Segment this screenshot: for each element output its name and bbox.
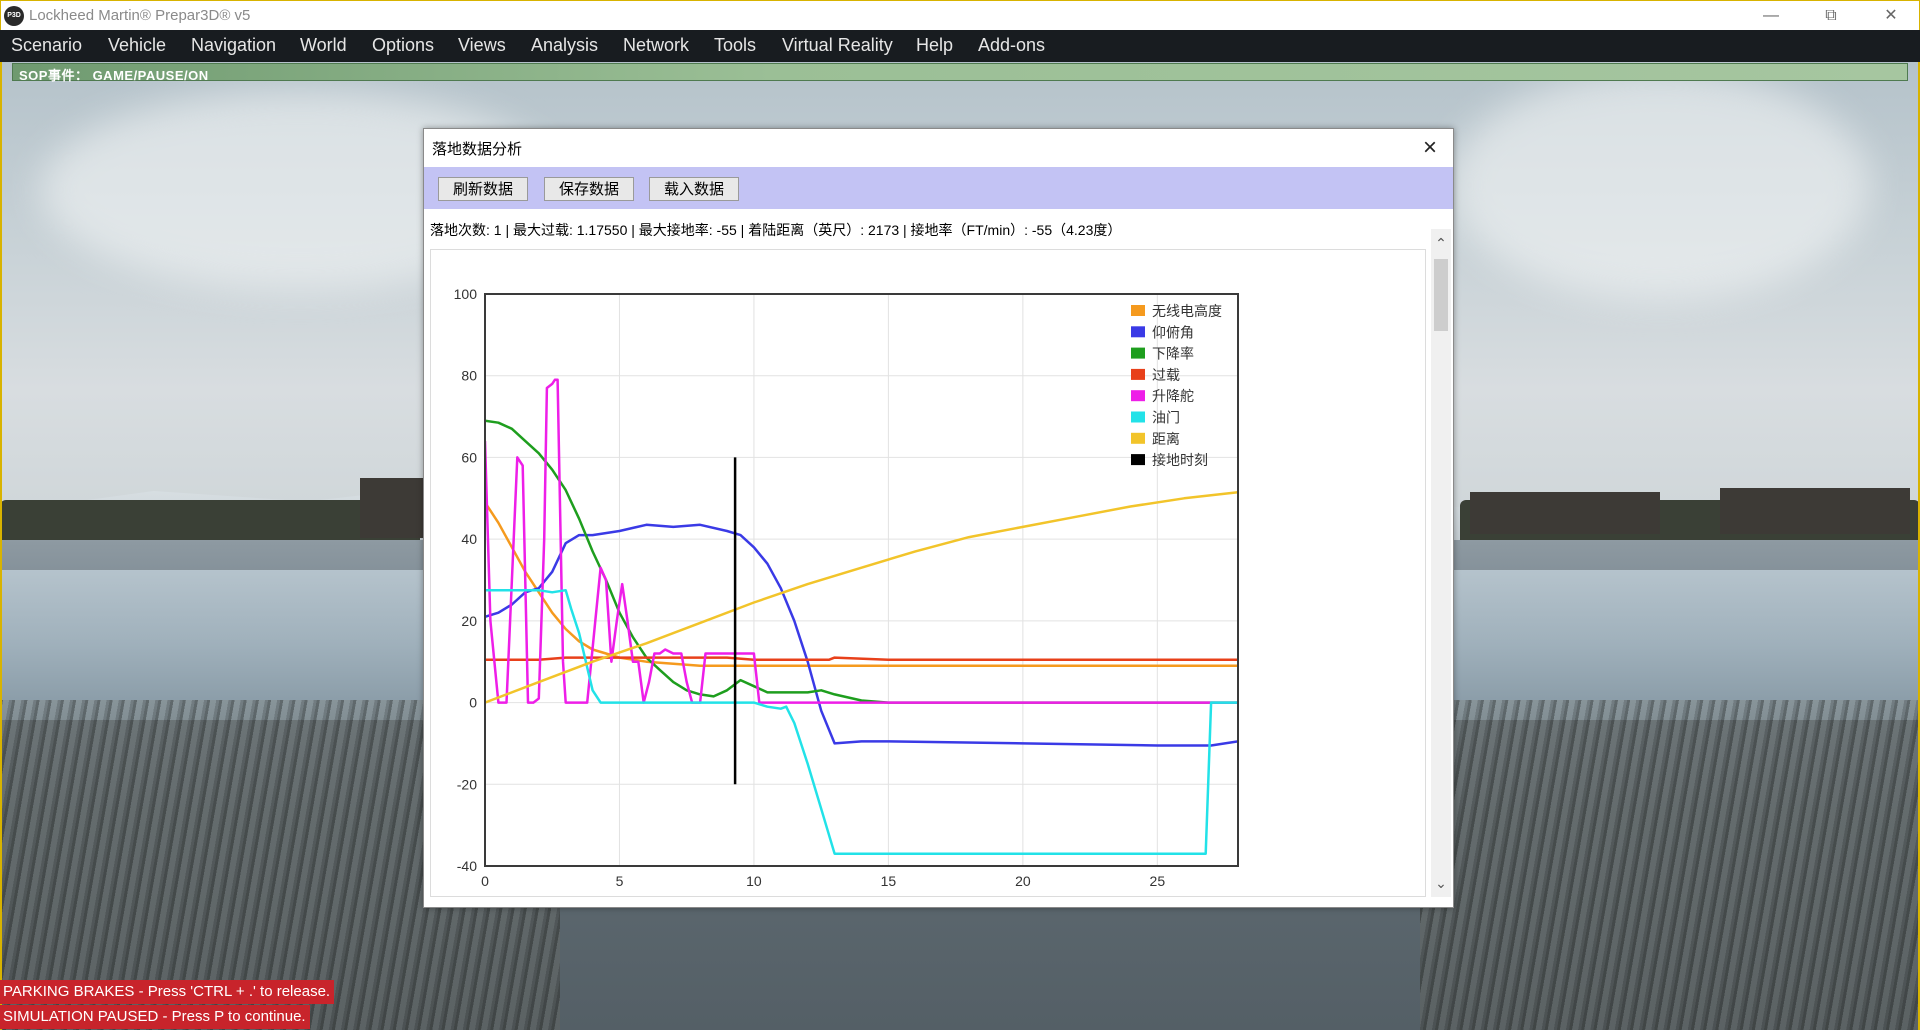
legend-label: 距离 [1152,431,1180,448]
reeds [1420,700,1920,1030]
refresh-data-button[interactable]: 刷新数据 [438,177,529,201]
chart-panel: 0 5 10 15 20 25 100 80 60 40 20 0 -20 -40 无线电高度仰俯角下降率过… [430,249,1426,897]
close-icon: ✕ [1884,7,1898,24]
window-title: Lockheed Martin® Prepar3D® v5 [29,7,251,24]
hangar [360,478,424,538]
legend-swatch [1131,305,1145,316]
sop-event-text: SOP事件： GAME/PAUSE/ON [19,68,209,83]
y-tick-label: 100 [454,286,478,302]
scroll-down-icon[interactable]: ⌄ [1431,873,1451,893]
hangar [1720,488,1910,534]
menu-navigation[interactable]: Navigation [191,35,276,56]
y-tick-label: 20 [461,613,477,629]
legend-swatch [1131,326,1145,338]
menu-world[interactable]: World [300,35,347,56]
landing-summary: 落地次数: 1 | 最大过载: 1.17550 | 最大接地率: -55 | 着… [430,222,1122,238]
x-tick-label: 15 [881,873,897,889]
legend-label: 油门 [1152,411,1180,427]
menu-add-ons[interactable]: Add-ons [978,35,1045,56]
sim-paused-message: SIMULATION PAUSED - Press P to continue. [0,1005,310,1029]
dialog-title: 落地数据分析 [432,141,523,158]
scroll-up-icon[interactable]: ⌃ [1431,233,1451,253]
legend-label: 无线电高度 [1152,303,1222,320]
y-tick-label: -20 [457,776,477,792]
menu-help[interactable]: Help [916,35,953,56]
y-tick-label: -40 [457,858,477,874]
legend-label: 仰俯角 [1152,325,1194,341]
legend-label: 过载 [1152,368,1180,384]
app-icon: P3D [4,6,24,26]
menu-views[interactable]: Views [458,35,506,56]
window-border-left [0,30,2,1030]
scroll-thumb[interactable] [1434,259,1448,331]
treeline [0,500,420,542]
close-window-button[interactable]: ✕ [1861,1,1920,31]
x-tick-label: 20 [1015,873,1031,889]
x-tick-label: 5 [616,873,624,889]
legend-label: 升降舵 [1152,389,1194,405]
menu-virtual-reality[interactable]: Virtual Reality [782,35,893,56]
minimize-button[interactable]: — [1741,1,1801,31]
landing-chart: 0 5 10 15 20 25 100 80 60 40 20 0 -20 -40 无线电高度仰俯角下降率过… [454,286,1239,889]
plot-frame [484,293,1239,867]
legend-swatch [1131,390,1145,402]
sop-event-bar: SOP事件： GAME/PAUSE/ON [12,63,1908,83]
cloud [1450,70,1870,300]
x-tick-label: 10 [746,873,762,889]
legend-swatch [1131,347,1145,359]
parking-brake-message: PARKING BRAKES - Press 'CTRL + .' to rel… [0,980,335,1004]
restore-icon: ⧉ [1825,7,1837,24]
restore-button[interactable]: ⧉ [1801,1,1861,31]
menu-options[interactable]: Options [372,35,434,56]
x-tick-label: 0 [481,873,489,889]
save-data-button[interactable]: 保存数据 [544,177,635,201]
menu-bar: Scenario Vehicle Navigation World Option… [0,30,1920,62]
terminal-building [1470,492,1660,534]
y-tick-label: 60 [461,449,477,465]
dialog-toolbar: 刷新数据 保存数据 载入数据 [424,167,1453,209]
vertical-scrollbar[interactable]: ⌃ ⌄ [1431,229,1451,897]
legend-swatch [1131,454,1145,466]
legend-swatch [1131,368,1145,380]
minimize-icon: — [1763,7,1779,24]
legend-label: 下降率 [1152,346,1194,363]
dialog-close-button[interactable]: × [1415,133,1445,163]
landing-analysis-dialog: 落地数据分析 × 刷新数据 保存数据 载入数据 落地次数: 1 | 最大过载: … [423,128,1454,908]
menu-network[interactable]: Network [623,35,689,56]
menu-vehicle[interactable]: Vehicle [108,35,166,56]
series-line [485,378,1238,704]
y-tick-label: 0 [469,695,477,711]
menu-tools[interactable]: Tools [714,35,756,56]
series-line [485,588,1238,855]
close-icon: × [1422,134,1437,161]
series-line [485,523,1238,747]
x-tick-label: 25 [1150,873,1166,889]
legend-swatch [1131,411,1145,423]
legend-swatch [1131,432,1145,444]
menu-analysis[interactable]: Analysis [531,35,598,56]
y-tick-label: 80 [461,368,477,384]
legend-label: 接地时刻 [1152,452,1208,469]
menu-scenario[interactable]: Scenario [11,35,82,56]
load-data-button[interactable]: 载入数据 [649,177,740,201]
window-titlebar: P3D Lockheed Martin® Prepar3D® v5 — ⧉ ✕ [0,0,1920,30]
y-tick-label: 40 [461,531,477,547]
